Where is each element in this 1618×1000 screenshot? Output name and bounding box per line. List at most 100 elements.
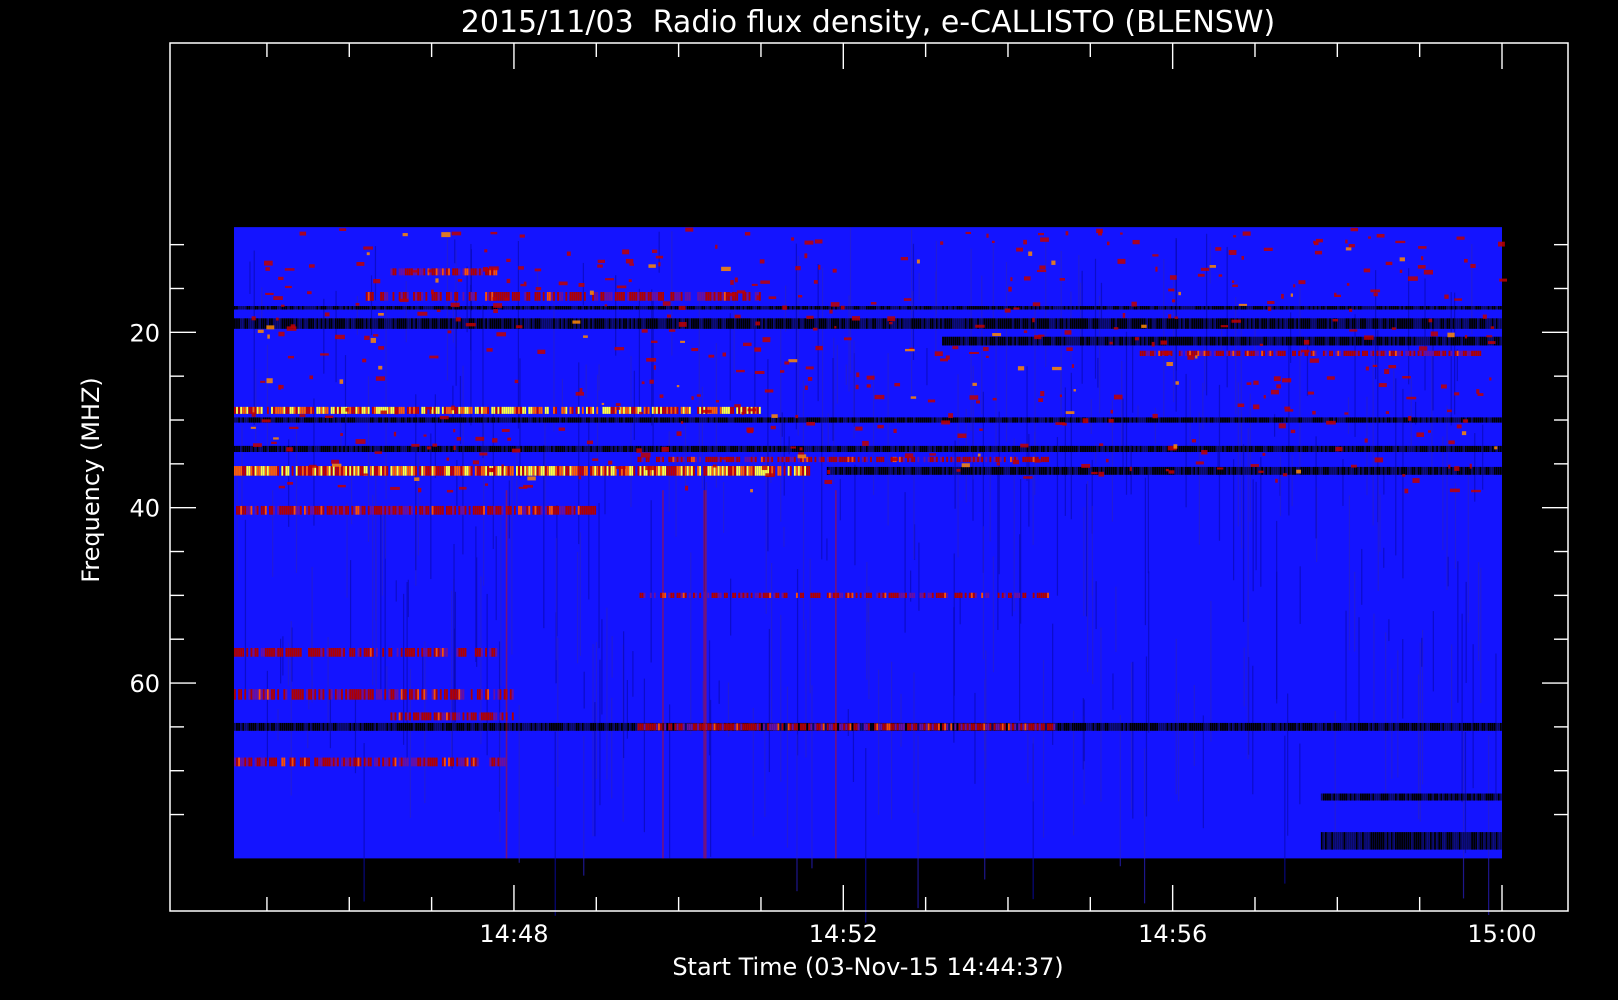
- band-segment: [1322, 306, 1325, 310]
- band-segment: [1403, 417, 1406, 423]
- band-segment: [645, 417, 648, 423]
- band-segment: [291, 466, 294, 476]
- band-segment: [351, 306, 354, 310]
- band-segment: [328, 689, 331, 700]
- texture-stripe: [611, 636, 613, 678]
- band-segment: [1238, 350, 1241, 357]
- band-segment: [581, 417, 584, 423]
- band-segment: [355, 306, 358, 310]
- band-segment: [532, 406, 535, 414]
- band-segment: [583, 466, 586, 476]
- band-segment: [240, 445, 243, 453]
- band-segment: [921, 592, 924, 598]
- band-segment: [697, 306, 700, 310]
- band-segment: [882, 592, 885, 598]
- band-segment: [987, 466, 990, 475]
- band-segment: [847, 306, 850, 310]
- band-segment: [940, 466, 942, 475]
- band-segment: [271, 647, 273, 657]
- texture-stripe: [718, 680, 720, 704]
- band-segment: [1285, 417, 1288, 423]
- band-segment: [1257, 350, 1259, 357]
- band-segment: [1112, 336, 1115, 346]
- band-segment: [413, 466, 415, 476]
- band-segment: [1125, 336, 1128, 346]
- band-segment: [1292, 306, 1294, 310]
- band-segment: [775, 306, 778, 310]
- band-segment: [392, 712, 395, 721]
- band-segment: [297, 466, 300, 476]
- band-segment: [408, 417, 411, 423]
- band-segment: [400, 712, 403, 721]
- band-segment: [526, 318, 529, 329]
- texture-stripe: [583, 735, 585, 876]
- band-segment: [1483, 336, 1486, 346]
- band-segment: [717, 456, 720, 463]
- band-segment: [1250, 350, 1253, 357]
- band-segment: [526, 292, 529, 301]
- band-segment: [1267, 445, 1270, 453]
- band-segment: [639, 306, 642, 310]
- band-segment: [995, 306, 998, 310]
- texture-stripe: [832, 358, 834, 441]
- band-segment: [1300, 336, 1303, 346]
- band-segment: [569, 417, 572, 423]
- band-segment: [483, 445, 485, 453]
- band-segment: [378, 445, 380, 453]
- band-segment: [264, 445, 267, 453]
- band-segment: [907, 318, 909, 329]
- band-segment: [256, 306, 259, 310]
- band-segment: [929, 306, 932, 310]
- band-segment: [773, 318, 776, 329]
- band-segment: [623, 306, 625, 310]
- band-segment: [1283, 306, 1286, 310]
- band-segment: [548, 505, 551, 515]
- band-segment: [439, 712, 442, 721]
- band-segment: [1127, 318, 1130, 329]
- band-segment: [810, 417, 813, 423]
- band-segment: [520, 466, 522, 476]
- band-segment: [812, 592, 815, 598]
- band-segment: [1187, 445, 1189, 453]
- band-segment: [713, 306, 716, 310]
- band-segment: [1481, 318, 1484, 329]
- band-segment: [1351, 318, 1354, 329]
- band-segment: [1055, 417, 1058, 423]
- band-segment: [1164, 306, 1167, 310]
- band-segment: [474, 292, 477, 301]
- band-segment: [987, 306, 990, 310]
- texture-stripe: [1034, 432, 1036, 495]
- band-segment: [1178, 445, 1181, 453]
- band-segment: [283, 445, 286, 453]
- texture-stripe: [985, 650, 987, 770]
- band-segment: [1411, 306, 1414, 310]
- band-segment: [493, 318, 496, 329]
- band-segment: [1061, 466, 1064, 475]
- band-segment: [289, 306, 292, 310]
- band-segment: [728, 417, 730, 423]
- band-segment: [320, 406, 323, 414]
- band-segment: [359, 647, 362, 657]
- band-segment: [347, 445, 350, 453]
- band-segment: [620, 417, 623, 423]
- band-segment: [927, 306, 930, 310]
- band-segment: [775, 417, 778, 423]
- band-segment: [1403, 336, 1406, 346]
- band-segment: [697, 466, 700, 476]
- texture-stripe: [1218, 384, 1221, 541]
- band-segment: [499, 406, 502, 414]
- band-segment: [1020, 336, 1023, 346]
- band-segment: [1460, 417, 1463, 423]
- band-segment: [769, 592, 772, 598]
- band-segment: [956, 336, 959, 346]
- band-segment: [781, 445, 784, 453]
- band-segment: [668, 592, 671, 598]
- band-segment: [1462, 336, 1465, 346]
- band-segment: [695, 456, 697, 463]
- band-segment: [1294, 417, 1296, 423]
- texture-stripe: [1145, 656, 1148, 817]
- band-segment: [404, 318, 407, 329]
- band-segment: [1394, 306, 1397, 310]
- band-segment: [536, 505, 539, 515]
- band-segment: [923, 445, 926, 453]
